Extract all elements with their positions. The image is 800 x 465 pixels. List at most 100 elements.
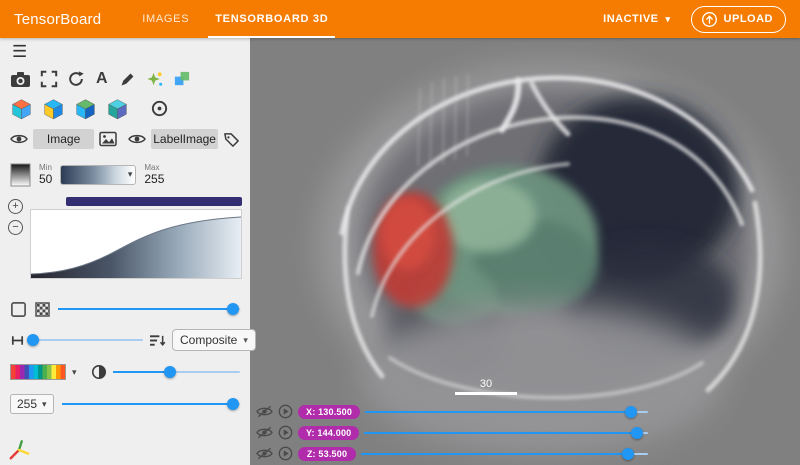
gradient-opacity-row <box>0 295 250 323</box>
contrast-icon[interactable] <box>91 364 107 380</box>
z-slice-row: Z: 53.500 <box>250 443 800 464</box>
components-icon[interactable] <box>173 70 191 88</box>
rotate-button[interactable] <box>67 70 85 88</box>
app-title: TensorBoard <box>14 11 101 28</box>
max-value: 255 <box>144 173 164 186</box>
play-icon[interactable] <box>278 404 293 419</box>
slider-fill <box>62 403 233 405</box>
y-plane-cube-button[interactable] <box>42 97 65 120</box>
upload-button[interactable]: UPLOAD <box>691 6 786 33</box>
axes-gizmo-icon[interactable] <box>8 439 30 461</box>
tab-bar: IMAGES TENSORBOARD 3D <box>129 0 341 38</box>
main-toolbar: A <box>0 65 250 93</box>
label-opacity-slider[interactable] <box>113 365 240 379</box>
slider-knob[interactable] <box>164 366 176 378</box>
sort-descending-icon <box>149 333 166 348</box>
slider-rail[interactable] <box>31 339 143 341</box>
slider-knob[interactable] <box>622 448 634 460</box>
colormap-select[interactable]: ▾ <box>60 165 136 185</box>
label-visibility-eye-icon[interactable] <box>128 133 146 145</box>
y-slice-row: Y: 144.000 <box>250 422 800 443</box>
zoom-out-button[interactable]: − <box>8 220 23 235</box>
colormap-range-row: Min 50 ▾ Max 255 <box>0 157 250 193</box>
slider-knob[interactable] <box>625 406 637 418</box>
tf-histogram[interactable] <box>30 209 242 279</box>
play-icon[interactable] <box>278 425 293 440</box>
layer-image-button[interactable]: Image <box>33 129 94 149</box>
top-app-bar: TensorBoard IMAGES TENSORBOARD 3D INACTI… <box>0 0 800 38</box>
interpolation-sparkle-icon[interactable] <box>145 70 164 89</box>
image-visibility-eye-icon[interactable] <box>10 133 28 145</box>
fullscreen-button[interactable] <box>40 70 58 88</box>
target-button[interactable] <box>150 99 169 118</box>
gradient-opacity-slider[interactable] <box>58 302 240 316</box>
layer-selector-row: Image LabelImage <box>0 125 250 153</box>
y-slice-slider[interactable] <box>364 426 648 440</box>
min-value: 50 <box>39 173 52 186</box>
blend-mode-value: Composite <box>180 333 237 347</box>
pen-button[interactable] <box>119 71 136 88</box>
slider-fill <box>58 308 233 310</box>
x-slice-slider[interactable] <box>365 405 648 419</box>
tag-icon[interactable] <box>223 131 240 148</box>
slider-fill <box>364 432 636 434</box>
transfer-function-editor: + − <box>8 197 242 289</box>
label-colormap-select[interactable] <box>10 364 66 380</box>
outline-square-button[interactable] <box>10 301 27 318</box>
eye-off-icon[interactable] <box>256 447 273 460</box>
volume-cube-button[interactable] <box>106 97 129 120</box>
render-viewport[interactable]: 30 X: 130.500 Y: 144.000 <box>250 38 800 465</box>
blend-mode-select[interactable]: Composite ▾ <box>172 329 256 351</box>
tf-zoom-controls: + − <box>8 199 23 235</box>
screenshot-camera-button[interactable] <box>10 71 31 88</box>
chevron-down-icon: ▾ <box>243 335 248 346</box>
min-field[interactable]: Min 50 <box>39 164 52 186</box>
component-range-value: 255 <box>17 397 37 411</box>
scale-bar-label: 30 <box>480 378 492 390</box>
upload-icon <box>701 11 718 28</box>
slider-knob[interactable] <box>631 427 643 439</box>
y-slice-value-pill[interactable]: Y: 144.000 <box>298 426 359 440</box>
tf-range-bar[interactable] <box>66 197 242 206</box>
z-slice-slider[interactable] <box>361 447 648 461</box>
layer-labelimage-button[interactable]: LabelImage <box>151 129 218 149</box>
window-level-slider[interactable] <box>62 397 240 411</box>
header-right: INACTIVE ▾ UPLOAD <box>603 6 786 33</box>
run-status-value: INACTIVE <box>603 13 658 25</box>
chevron-down-icon[interactable]: ▾ <box>72 367 77 378</box>
z-slice-value-pill[interactable]: Z: 53.500 <box>298 447 356 461</box>
z-plane-cube-button[interactable] <box>74 97 97 120</box>
label-colormap-row: ▾ <box>0 357 250 387</box>
slider-knob[interactable] <box>227 303 239 315</box>
annotations-button[interactable]: A <box>94 70 110 88</box>
zoom-in-button[interactable]: + <box>8 199 23 214</box>
component-range-select[interactable]: 255 ▾ <box>10 394 54 414</box>
eye-off-icon[interactable] <box>256 426 273 439</box>
view-mode-toolbar <box>0 93 250 123</box>
x-slice-row: X: 130.500 <box>250 401 800 422</box>
tab-tensorboard-3d[interactable]: TENSORBOARD 3D <box>202 0 341 38</box>
chevron-down-icon: ▾ <box>42 399 47 410</box>
checkerboard-opacity-button[interactable] <box>34 301 51 318</box>
scale-bar-line <box>455 392 517 395</box>
x-plane-cube-button[interactable] <box>10 97 33 120</box>
upload-label: UPLOAD <box>724 13 773 25</box>
slice-slider-group: X: 130.500 Y: 144.000 <box>250 401 800 464</box>
tf-main <box>30 197 242 279</box>
chevron-down-icon: ▾ <box>666 15 671 24</box>
menu-toggle-button[interactable]: ☰ <box>0 38 30 62</box>
x-slice-value-pill[interactable]: X: 130.500 <box>298 405 360 419</box>
component-range-row: 255 ▾ <box>0 389 250 419</box>
play-icon[interactable] <box>278 446 293 461</box>
grayscale-gradient-icon[interactable] <box>10 163 31 187</box>
blend-mode-row: Composite ▾ <box>0 325 250 355</box>
max-field[interactable]: Max 255 <box>144 164 164 186</box>
slider-knob[interactable] <box>227 398 239 410</box>
slider-fill <box>365 411 631 413</box>
tab-images[interactable]: IMAGES <box>129 0 202 38</box>
image-icon[interactable] <box>99 131 117 147</box>
slider-knob[interactable] <box>27 334 39 346</box>
run-status-dropdown[interactable]: INACTIVE ▾ <box>603 13 670 25</box>
eye-off-icon[interactable] <box>256 405 273 418</box>
sample-distance-slider[interactable] <box>31 333 143 347</box>
